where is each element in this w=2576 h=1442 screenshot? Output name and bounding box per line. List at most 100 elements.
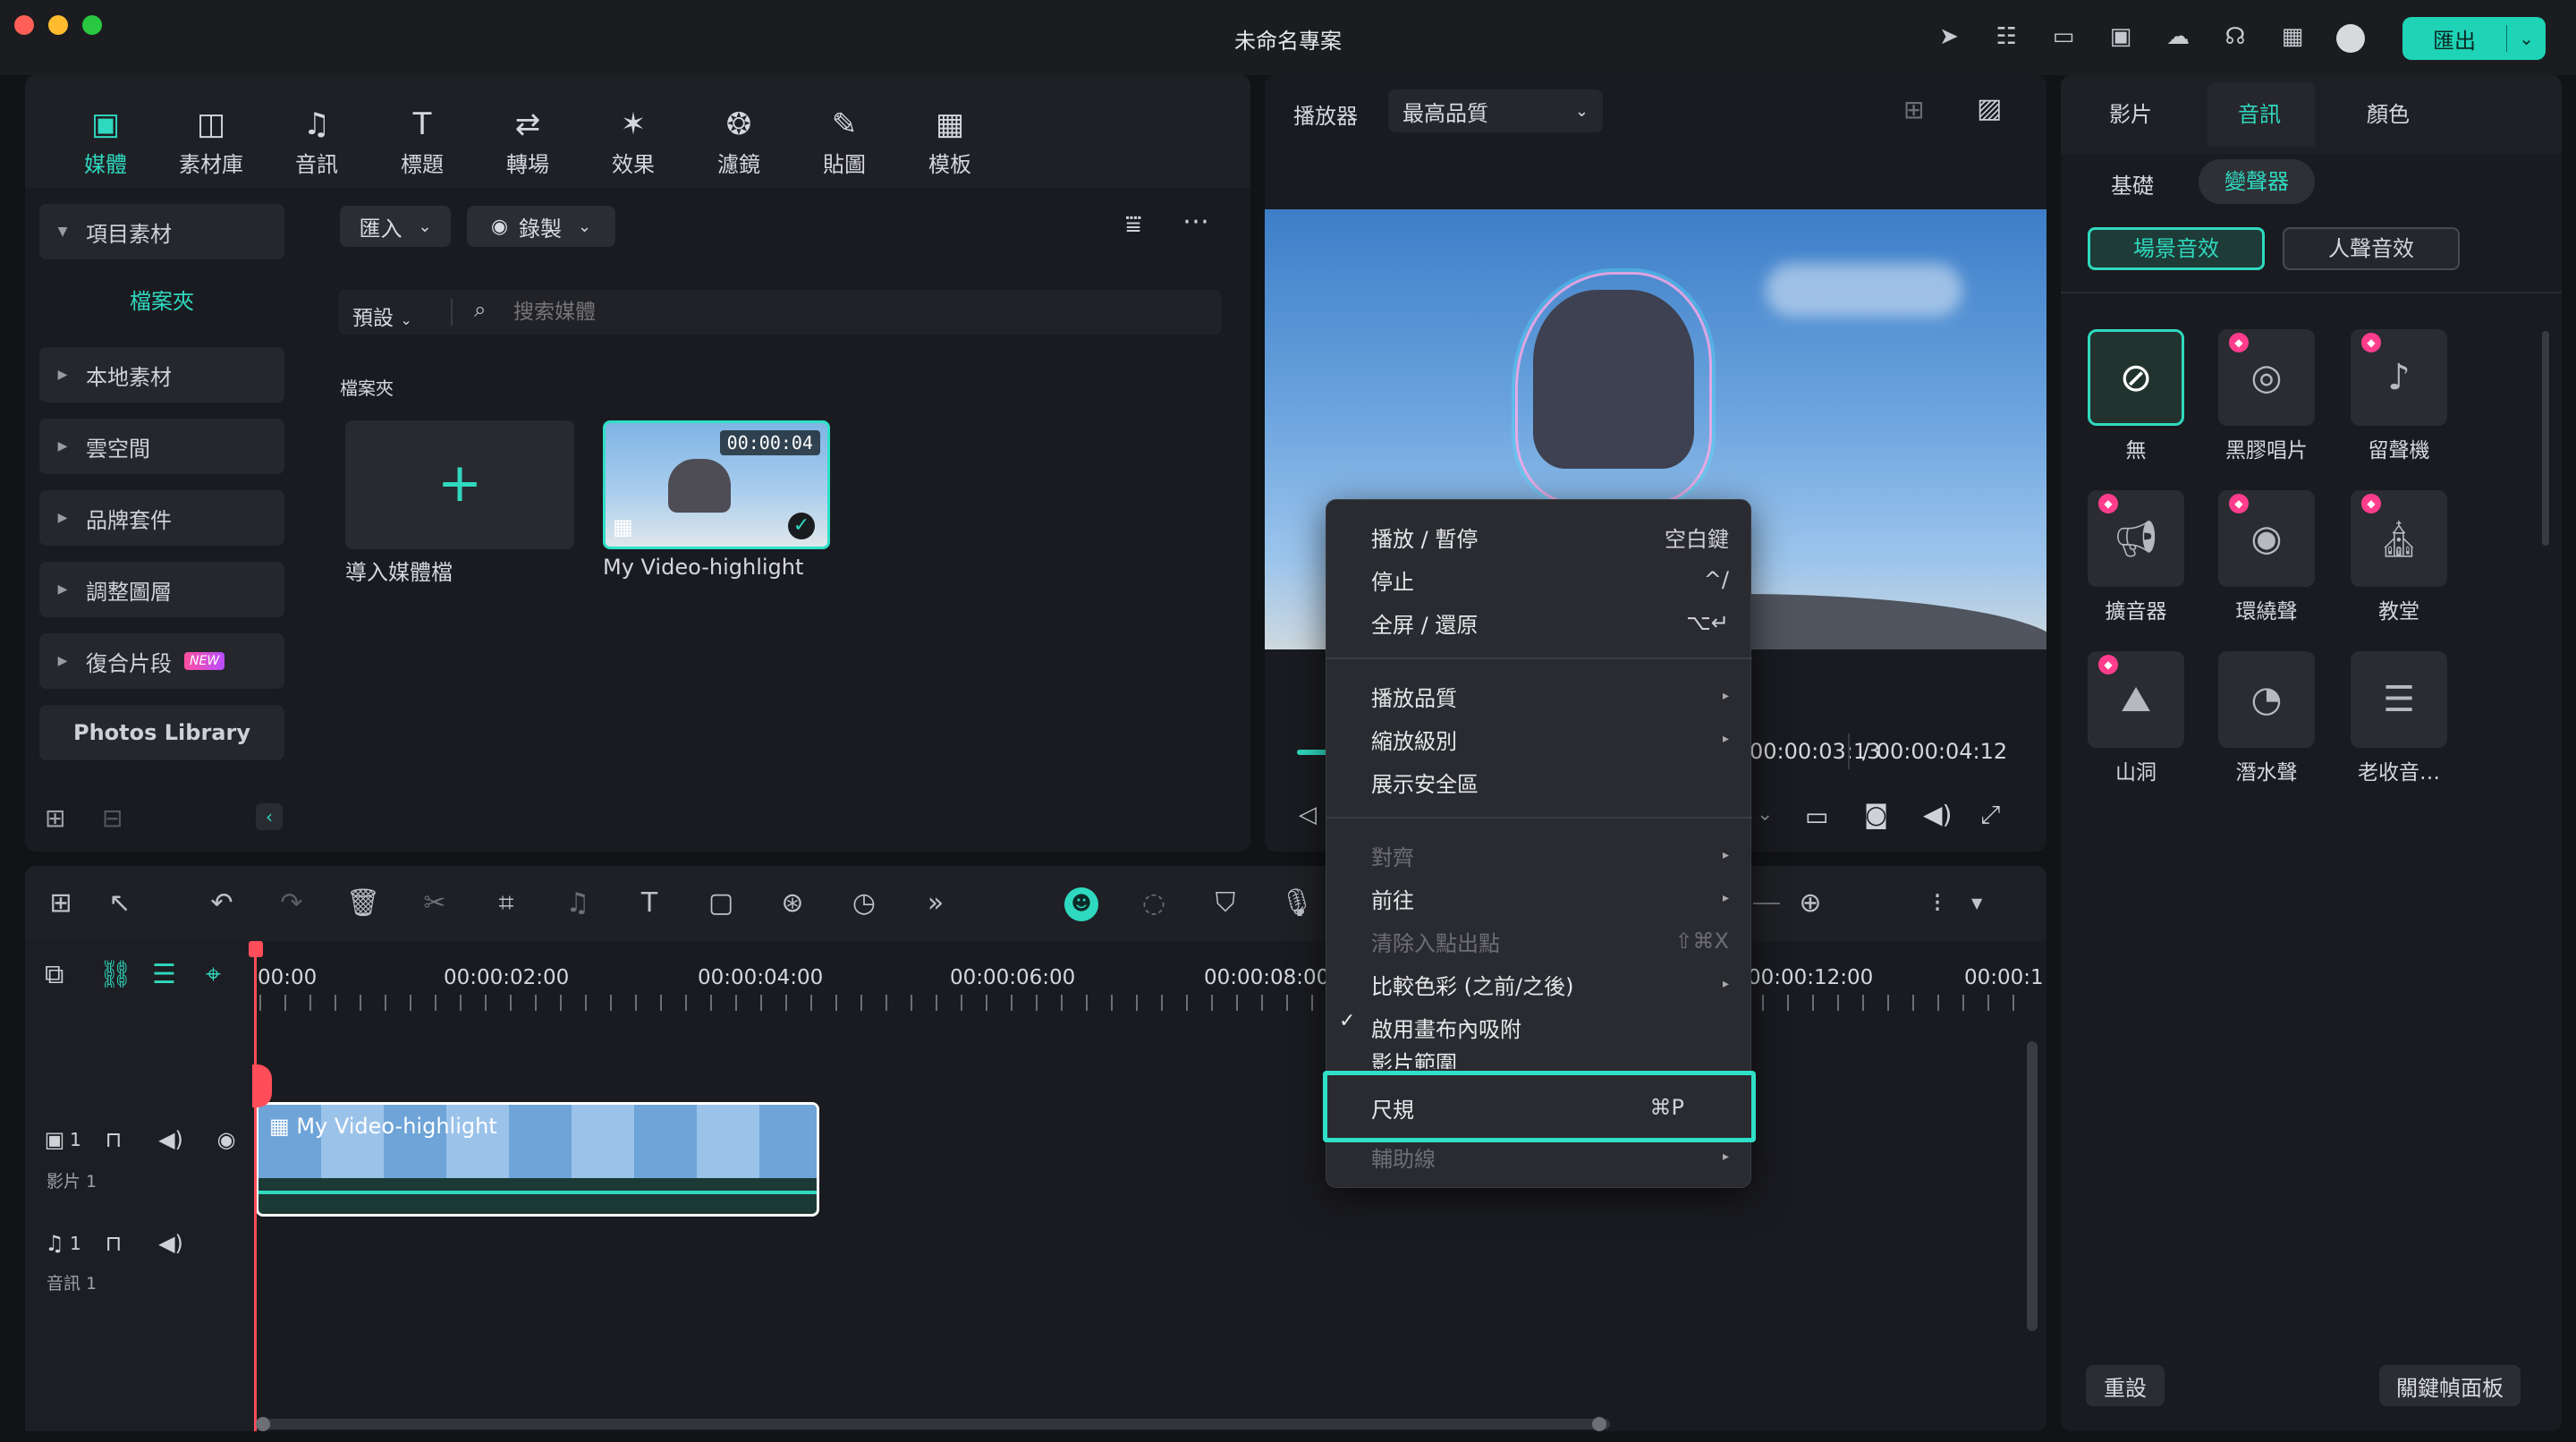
lock-icon[interactable]: ⊓ bbox=[98, 1127, 129, 1152]
chevron-down-icon[interactable]: ▼ bbox=[1971, 895, 1982, 912]
add-track-icon[interactable]: ⧉ bbox=[45, 959, 64, 990]
track-settings-icon[interactable]: ⁝ bbox=[1919, 886, 1955, 921]
scrollbar[interactable] bbox=[2542, 331, 2549, 546]
snap-icon[interactable]: ⌖ bbox=[206, 959, 221, 990]
text-tool-icon[interactable]: T bbox=[631, 886, 667, 921]
microphone-icon[interactable]: 🎙︎ bbox=[1279, 886, 1315, 921]
image-icon[interactable]: ▨ bbox=[1977, 93, 2002, 124]
tab-titles[interactable]: T 標題 bbox=[379, 106, 465, 178]
collapse-sidebar-button[interactable]: ‹ bbox=[256, 803, 283, 830]
scroll-handle-left[interactable] bbox=[256, 1417, 270, 1431]
menu-item-align[interactable]: 對齊 ▸ bbox=[1371, 835, 1729, 876]
layout-icon[interactable]: ▭ bbox=[2048, 23, 2079, 50]
progress-bar[interactable] bbox=[1297, 750, 1329, 755]
delete-icon[interactable]: 🗑︎ bbox=[345, 886, 381, 921]
category-voice-effects[interactable]: 人聲音效 bbox=[2283, 227, 2460, 270]
subtab-basic[interactable]: 基礎 bbox=[2111, 166, 2154, 206]
record-button[interactable]: ◉ 錄製 ⌄ bbox=[467, 206, 615, 247]
sidebar-item-local-media[interactable]: ▶ 本地素材 bbox=[39, 347, 284, 403]
headset-icon[interactable]: ☊ bbox=[2220, 23, 2250, 50]
category-scene-effects[interactable]: 場景音效 bbox=[2088, 227, 2265, 270]
playhead[interactable] bbox=[254, 941, 257, 1431]
layout-grid-icon[interactable]: ⊞ bbox=[43, 886, 79, 921]
menu-item-clear-in-out[interactable]: 清除入點出點 ⇧⌘X bbox=[1371, 920, 1729, 962]
sidebar-item-adjustment-layer[interactable]: ▶ 調整圖層 bbox=[39, 562, 284, 617]
ai-assistant-icon[interactable]: ☻ bbox=[1064, 887, 1098, 921]
menu-item-fullscreen[interactable]: 全屏 / 還原 ⌥↵ bbox=[1371, 602, 1729, 643]
menu-item-playback-quality[interactable]: 播放品質 ▸ bbox=[1371, 675, 1729, 717]
sidebar-item-cloud[interactable]: ▶ 雲空間 bbox=[39, 419, 284, 474]
undo-icon[interactable]: ↶ bbox=[204, 886, 240, 921]
cut-icon[interactable]: ✂ bbox=[417, 886, 453, 921]
import-media-tile[interactable]: + bbox=[345, 420, 574, 549]
subtab-voice-changer[interactable]: 變聲器 bbox=[2199, 159, 2315, 204]
sidebar-item-photos-library[interactable]: Photos Library bbox=[39, 705, 284, 760]
display-icon[interactable]: ▭ bbox=[1805, 802, 1828, 831]
sidebar-item-project-media[interactable]: ▼ 項目素材 bbox=[39, 204, 284, 259]
effect-underwater[interactable]: ◔ bbox=[2218, 651, 2315, 748]
import-button[interactable]: 匯入 ⌄ bbox=[340, 206, 451, 247]
prev-frame-icon[interactable]: ◁ bbox=[1299, 802, 1317, 828]
menu-item-safe-zone[interactable]: 展示安全區 bbox=[1371, 761, 1729, 802]
tab-filters[interactable]: ❂ 濾鏡 bbox=[696, 106, 782, 178]
volume-icon[interactable]: ◀) bbox=[156, 1127, 186, 1152]
quality-dropdown[interactable]: 最高品質 ⌄ bbox=[1388, 89, 1603, 132]
tab-transitions[interactable]: ⇄ 轉場 bbox=[485, 106, 571, 178]
more-tools-icon[interactable]: » bbox=[918, 886, 953, 921]
media-clip-thumbnail[interactable]: 00:00:04 ▦ ✓ bbox=[603, 420, 830, 549]
preset-dropdown[interactable]: 預設 ⌄ bbox=[352, 301, 412, 331]
sidebar-item-compound-clip[interactable]: ▶ 復合片段 NEW bbox=[39, 633, 284, 689]
menu-item-video-scope[interactable]: 影片範圍 bbox=[1371, 1046, 1729, 1069]
menu-item-go-to[interactable]: 前往 ▸ bbox=[1371, 878, 1729, 919]
audio-adjust-icon[interactable]: ♫ bbox=[560, 886, 596, 921]
zoom-slider[interactable] bbox=[1753, 903, 1780, 904]
menu-item-ruler[interactable]: 尺規 ⌘P bbox=[1371, 1087, 1729, 1128]
timeline-video-clip[interactable]: ▦ My Video-highlight bbox=[256, 1102, 819, 1217]
volume-icon[interactable]: ◀) bbox=[1923, 800, 1952, 829]
remove-folder-icon[interactable]: ⊟ bbox=[102, 803, 123, 833]
tab-effects[interactable]: ✶ 效果 bbox=[590, 106, 676, 178]
effect-old-radio[interactable]: ☰ bbox=[2351, 651, 2447, 748]
sidebar-item-brand-kit[interactable]: ▶ 品牌套件 bbox=[39, 490, 284, 546]
render-icon[interactable]: ◌ bbox=[1136, 886, 1172, 921]
playhead-handle[interactable] bbox=[249, 941, 263, 957]
send-icon[interactable]: ➤ bbox=[1934, 23, 1964, 50]
crop-icon[interactable]: ⌗ bbox=[488, 886, 524, 921]
chevron-down-icon[interactable]: ⌄ bbox=[1757, 803, 1773, 826]
marker-icon[interactable]: ⛉ bbox=[1208, 886, 1243, 921]
eye-icon[interactable]: ◉ bbox=[211, 1127, 242, 1152]
tab-audio-props[interactable]: 音訊 bbox=[2238, 97, 2281, 128]
menu-item-stop[interactable]: 停止 ^/ bbox=[1371, 559, 1729, 600]
more-icon[interactable]: ⋯ bbox=[1182, 206, 1209, 237]
save-icon[interactable]: ▣ bbox=[2106, 23, 2136, 50]
redo-icon[interactable]: ↷ bbox=[274, 886, 309, 921]
volume-icon[interactable]: ◀) bbox=[156, 1231, 186, 1256]
menu-item-guides[interactable]: 輔助線 ▸ bbox=[1371, 1141, 1729, 1173]
export-button[interactable]: 匯出 ⌄ bbox=[2402, 17, 2546, 60]
reset-button[interactable]: 重設 bbox=[2086, 1365, 2165, 1406]
snapshot-icon[interactable]: ◙ bbox=[1864, 800, 1888, 829]
grid-view-icon[interactable]: ⊞ bbox=[1903, 95, 1924, 124]
tab-video[interactable]: 影片 bbox=[2109, 97, 2152, 128]
menu-item-play-pause[interactable]: 播放 / 暫停 空白鍵 bbox=[1371, 516, 1729, 557]
fullscreen-icon[interactable]: ⤢ bbox=[1980, 800, 2000, 830]
lock-icon[interactable]: ⊓ bbox=[98, 1231, 129, 1256]
new-folder-icon[interactable]: ⊞ bbox=[45, 803, 65, 833]
tab-templates[interactable]: ▦ 模板 bbox=[907, 106, 993, 178]
link-icon[interactable]: ⛓︎ bbox=[98, 959, 132, 990]
zoom-in-icon[interactable]: ⊕ bbox=[1792, 886, 1828, 921]
grid-icon[interactable]: ▦ bbox=[2277, 23, 2308, 50]
tab-stock-media[interactable]: ◫ 素材庫 bbox=[168, 106, 254, 178]
cloud-icon[interactable]: ☁ bbox=[2163, 23, 2193, 50]
sidebar-item-folder[interactable]: 檔案夾 bbox=[39, 279, 284, 324]
chevron-down-icon[interactable]: ⌄ bbox=[2507, 28, 2546, 49]
menu-item-zoom-level[interactable]: 縮放級別 ▸ bbox=[1371, 718, 1729, 759]
search-input[interactable] bbox=[513, 295, 1193, 329]
filter-sort-icon[interactable]: ⩸ bbox=[1125, 209, 1141, 241]
tab-audio[interactable]: ♫ 音訊 bbox=[274, 106, 360, 178]
menu-item-canvas-snap[interactable]: 啟用畫布內吸附 bbox=[1371, 1006, 1729, 1048]
effect-none[interactable]: ⊘ bbox=[2088, 329, 2184, 426]
auto-ripple-icon[interactable]: ☰ bbox=[152, 959, 176, 990]
keyframe-panel-button[interactable]: 關鍵幀面板 bbox=[2379, 1365, 2521, 1406]
horizontal-scrollbar[interactable] bbox=[258, 1419, 1610, 1429]
